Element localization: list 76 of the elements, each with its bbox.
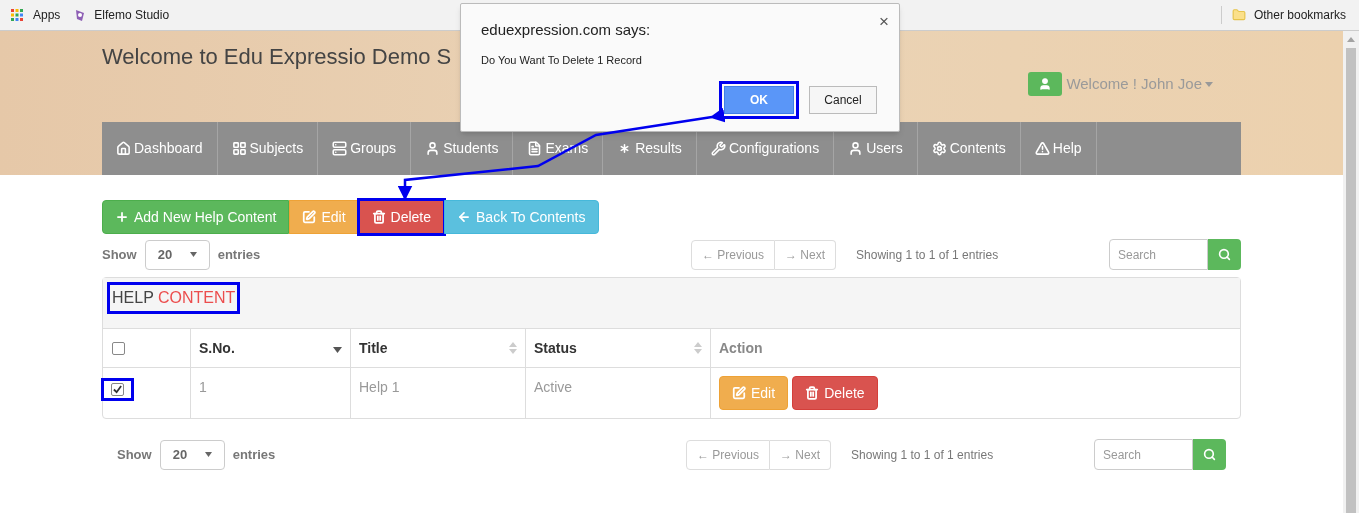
user-icon xyxy=(425,141,441,156)
user-icon xyxy=(848,141,864,156)
search-field[interactable]: Search xyxy=(1109,239,1208,270)
entries-info: Showing 1 to 1 of 1 entries xyxy=(851,446,994,464)
trash-icon xyxy=(805,386,820,400)
search-button[interactable] xyxy=(1193,439,1226,470)
sort-icon xyxy=(694,342,702,354)
warning-icon xyxy=(1034,141,1050,156)
column-header[interactable]: S.No. xyxy=(191,329,351,367)
scrollbar[interactable] xyxy=(1343,31,1359,513)
home-icon xyxy=(116,141,131,156)
next-button[interactable]: → Next xyxy=(770,439,832,470)
dialog-message: Do You Want To Delete 1 Record xyxy=(481,52,643,68)
sort-icon xyxy=(509,342,517,354)
row-action-button[interactable]: Delete xyxy=(792,376,878,410)
user-menu[interactable]: Welcome ! John Joe xyxy=(1066,72,1213,96)
entries-info: Showing 1 to 1 of 1 entries xyxy=(856,246,999,264)
toolbar-button[interactable]: Back To Contents xyxy=(444,200,599,234)
plus-icon xyxy=(115,210,129,224)
caret-icon xyxy=(204,452,212,457)
grid-icon xyxy=(231,141,247,156)
caret-icon xyxy=(189,252,197,257)
search-icon xyxy=(1203,448,1216,461)
entries-select[interactable]: 20 xyxy=(144,239,210,270)
nav-item[interactable]: Groups xyxy=(318,122,412,175)
nav-item[interactable]: Help xyxy=(1020,122,1097,175)
entries-label: entries xyxy=(217,245,261,264)
edit-icon xyxy=(302,210,317,224)
apps-grid-icon xyxy=(11,9,23,21)
column-header[interactable]: Status xyxy=(526,329,711,367)
table-cell: 1 xyxy=(191,368,351,418)
column-header: Action xyxy=(718,338,764,358)
edit-icon xyxy=(732,386,746,400)
search-button[interactable] xyxy=(1208,239,1241,270)
next-button[interactable]: → Next xyxy=(775,239,837,270)
close-button[interactable]: × xyxy=(879,9,889,35)
nav-item[interactable]: Dashboard xyxy=(102,122,218,175)
entries-label: entries xyxy=(232,445,276,464)
arrow-left-icon xyxy=(457,210,471,224)
column-header[interactable]: Title xyxy=(351,329,526,367)
panel-title: HELP CONTENT xyxy=(109,284,239,312)
previous-button[interactable]: ← Previous xyxy=(686,439,771,470)
bookmark-link[interactable]: Elfemo Studio xyxy=(94,6,170,24)
dialog-button[interactable]: OK xyxy=(724,86,794,114)
bookmark-link[interactable]: Other bookmarks xyxy=(1253,6,1346,24)
toolbar-button[interactable]: Edit xyxy=(289,200,359,234)
bookmark-link[interactable]: Apps xyxy=(33,6,61,24)
table-cell: Help 1 xyxy=(351,368,526,418)
bookmark-favicon-icon xyxy=(74,8,87,22)
document-icon xyxy=(527,141,543,156)
show-label: Show xyxy=(117,445,152,464)
checkbox[interactable] xyxy=(112,341,125,355)
dialog-button[interactable]: Cancel xyxy=(809,86,877,114)
toolbar-button[interactable]: Delete xyxy=(358,200,444,234)
caret-icon xyxy=(1205,81,1213,87)
entries-select[interactable]: 20 xyxy=(159,439,225,470)
dialog-title: eduexpression.com says: xyxy=(481,20,652,40)
wrench-icon xyxy=(710,141,726,156)
search-field[interactable]: Search xyxy=(1094,439,1193,470)
table-cell: Active xyxy=(526,368,711,418)
gear-icon xyxy=(931,141,947,156)
show-label: Show xyxy=(102,245,137,264)
checkbox[interactable] xyxy=(111,383,124,396)
previous-button[interactable]: ← Previous xyxy=(691,239,776,270)
folder-icon xyxy=(1231,8,1246,22)
sort-desc-icon xyxy=(333,346,342,353)
nav-item[interactable]: Contents xyxy=(917,122,1021,175)
server-icon xyxy=(332,141,348,156)
toolbar-button[interactable]: Add New Help Content xyxy=(102,200,290,234)
trash-icon xyxy=(371,210,386,224)
scroll-up-icon[interactable] xyxy=(1347,37,1355,42)
nav-item[interactable]: Subjects xyxy=(217,122,319,175)
user-avatar-icon xyxy=(1028,72,1063,96)
search-icon xyxy=(1218,248,1231,261)
row-action-button[interactable]: Edit xyxy=(719,376,789,410)
site-title: Welcome to Edu Expressio Demo S xyxy=(102,43,452,71)
